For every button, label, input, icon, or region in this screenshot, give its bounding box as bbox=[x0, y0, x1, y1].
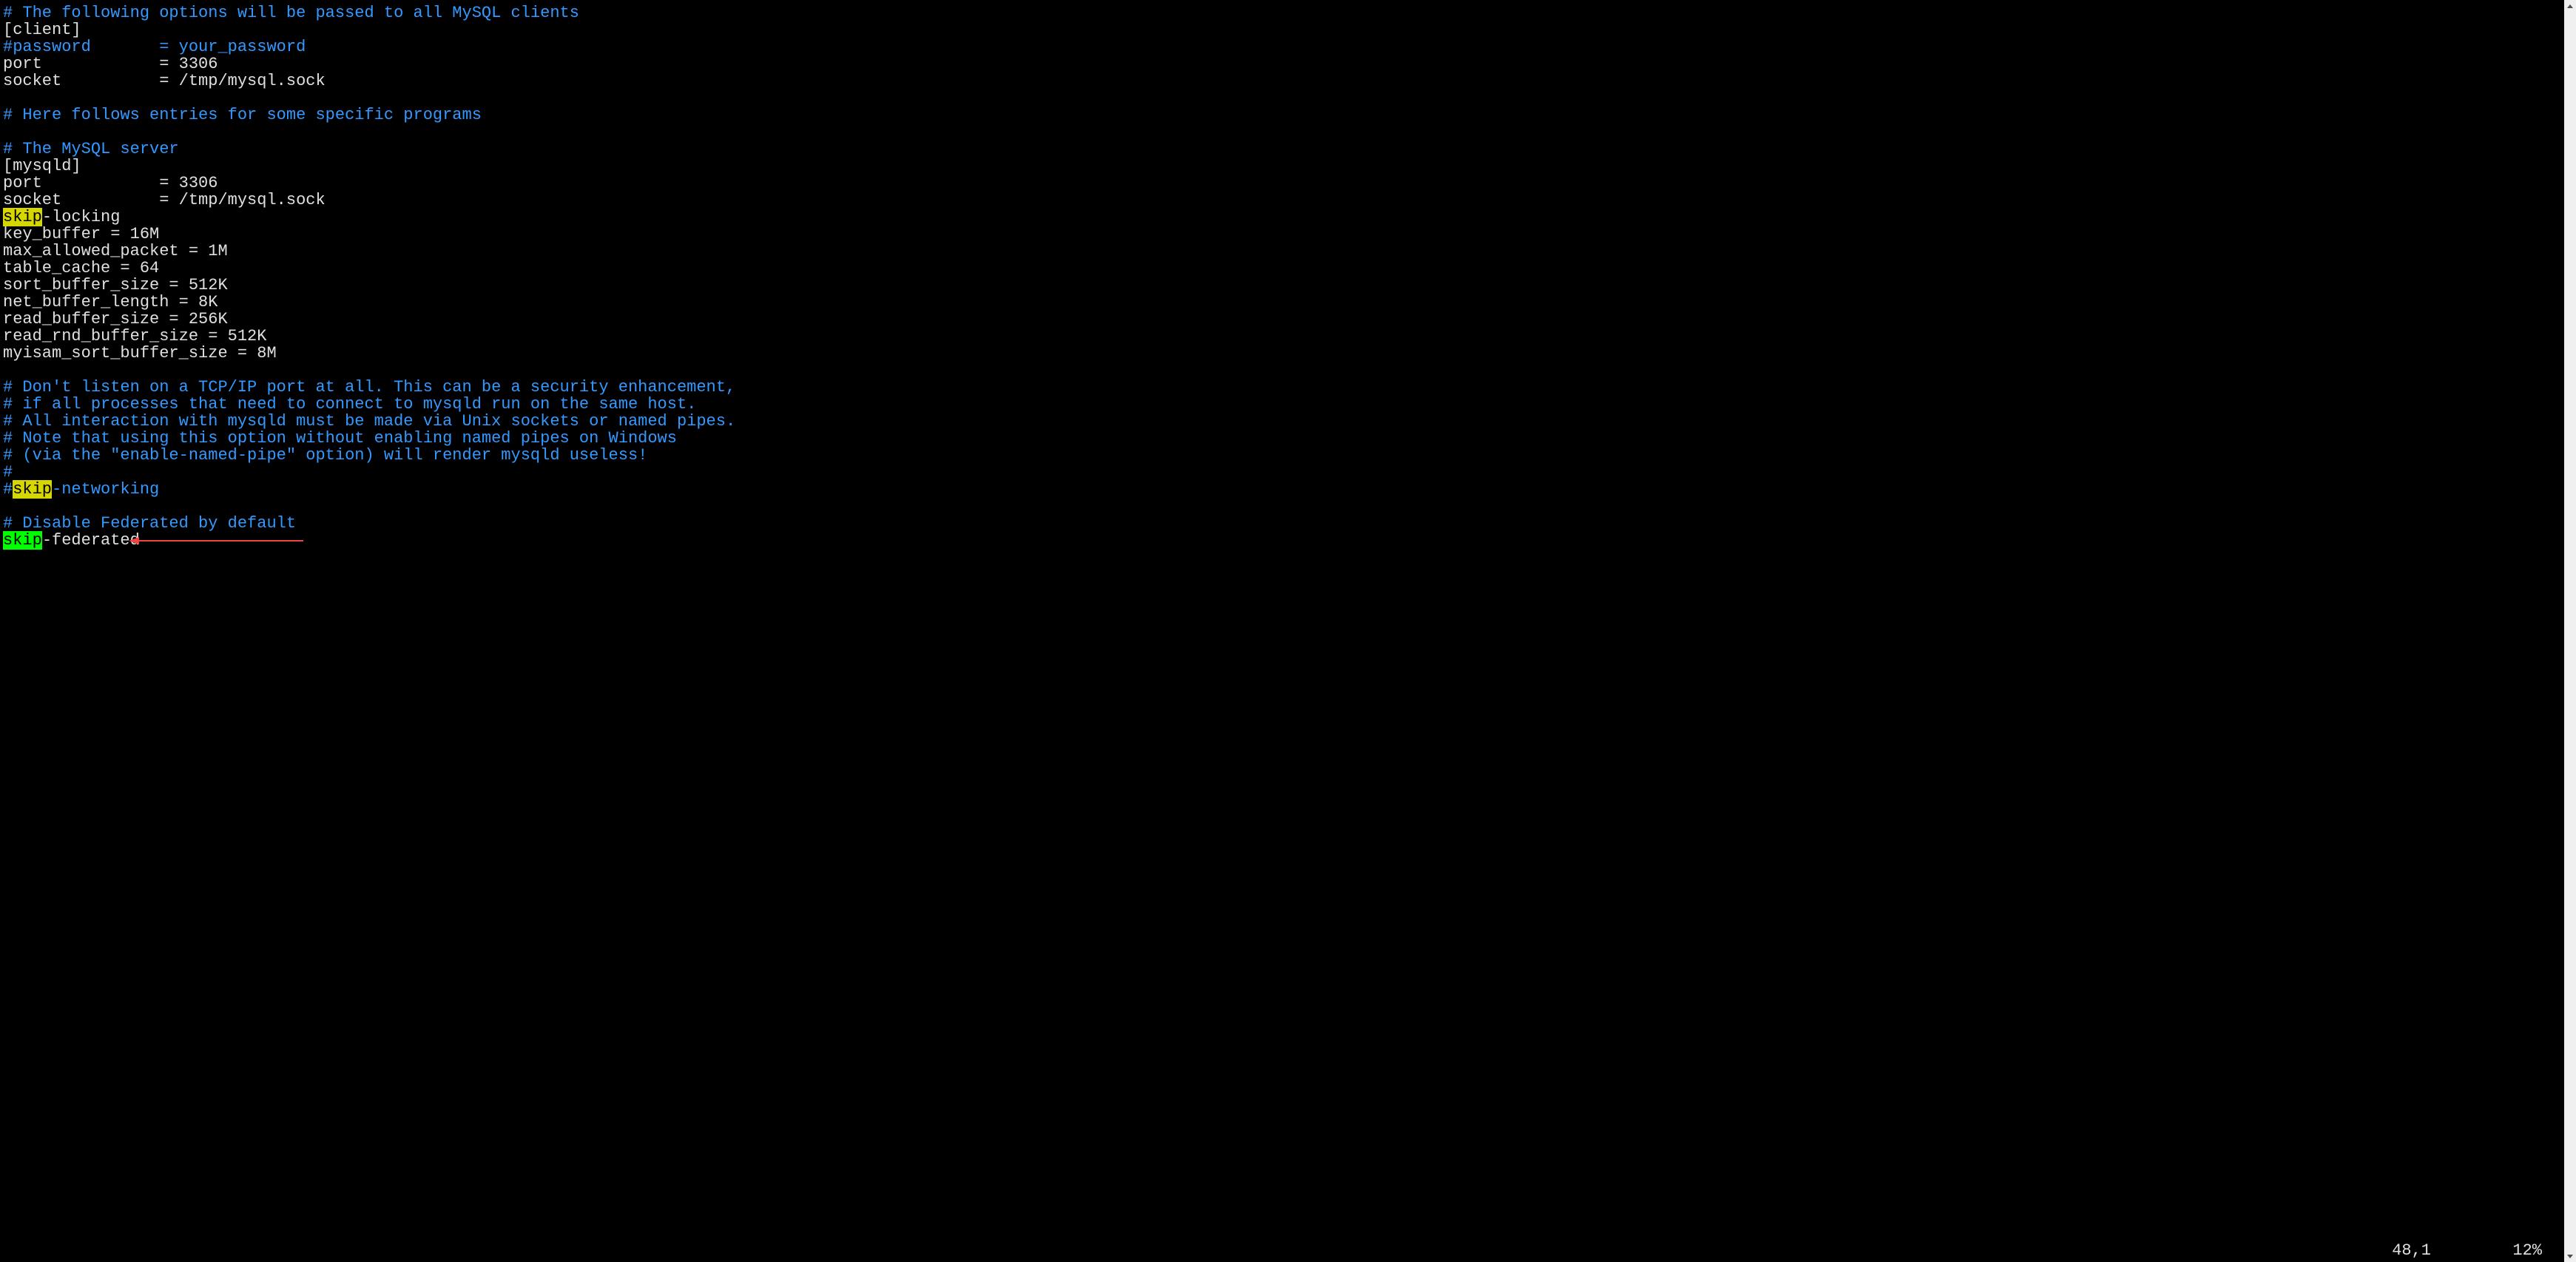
scrollbar-up-arrow-icon[interactable] bbox=[2564, 0, 2576, 12]
text-segment: max_allowed_packet = 1M bbox=[3, 242, 228, 260]
terminal-line: key_buffer = 16M bbox=[3, 226, 2564, 243]
terminal-line: socket = /tmp/mysql.sock bbox=[3, 72, 2564, 90]
terminal-line: [client] bbox=[3, 21, 2564, 38]
terminal-line: socket = /tmp/mysql.sock bbox=[3, 192, 2564, 209]
terminal-line: myisam_sort_buffer_size = 8M bbox=[3, 345, 2564, 362]
text-segment: # Don't listen on a TCP/IP port at all. … bbox=[3, 378, 735, 397]
text-segment: [client] bbox=[3, 21, 81, 39]
text-segment: -federated bbox=[42, 531, 140, 550]
terminal-line: skip-federated bbox=[3, 532, 2564, 549]
text-segment: socket = /tmp/mysql.sock bbox=[3, 191, 326, 209]
text-segment: read_buffer_size = 256K bbox=[3, 310, 228, 328]
text-segment: skip bbox=[3, 208, 42, 226]
text-segment: -networking bbox=[52, 480, 159, 499]
terminal-line: # The MySQL server bbox=[3, 141, 2564, 158]
text-segment: table_cache = 64 bbox=[3, 259, 159, 277]
text-segment: myisam_sort_buffer_size = 8M bbox=[3, 344, 277, 362]
scroll-percent: 12% bbox=[2512, 1242, 2542, 1259]
text-segment: # bbox=[3, 480, 13, 499]
terminal-viewport[interactable]: # The following options will be passed t… bbox=[3, 4, 2564, 1262]
vertical-scrollbar[interactable] bbox=[2564, 0, 2576, 1262]
text-segment: sort_buffer_size = 512K bbox=[3, 276, 228, 294]
terminal-line: #skip-networking bbox=[3, 481, 2564, 498]
terminal-line: # (via the "enable-named-pipe" option) w… bbox=[3, 447, 2564, 464]
scrollbar-down-arrow-icon[interactable] bbox=[2564, 1250, 2576, 1262]
terminal-line: table_cache = 64 bbox=[3, 260, 2564, 277]
text-segment: skip bbox=[3, 531, 42, 550]
terminal-line: # bbox=[3, 464, 2564, 481]
text-segment: # if all processes that need to connect … bbox=[3, 395, 696, 414]
text-segment: # All interaction with mysqld must be ma… bbox=[3, 412, 735, 431]
text-segment: [mysqld] bbox=[3, 157, 81, 175]
text-segment: skip bbox=[13, 480, 52, 499]
text-segment: -locking bbox=[42, 208, 121, 226]
text-segment: # Disable Federated by default bbox=[3, 514, 296, 533]
terminal-line: sort_buffer_size = 512K bbox=[3, 277, 2564, 294]
text-segment: # (via the "enable-named-pipe" option) w… bbox=[3, 446, 647, 465]
text-segment: port = 3306 bbox=[3, 174, 218, 192]
terminal-line: # Don't listen on a TCP/IP port at all. … bbox=[3, 379, 2564, 396]
terminal-line: port = 3306 bbox=[3, 55, 2564, 72]
terminal-line: read_rnd_buffer_size = 512K bbox=[3, 328, 2564, 345]
terminal-line: max_allowed_packet = 1M bbox=[3, 243, 2564, 260]
text-segment: # Note that using this option without en… bbox=[3, 429, 677, 448]
terminal-line: read_buffer_size = 256K bbox=[3, 311, 2564, 328]
terminal-line bbox=[3, 124, 2564, 141]
terminal-line: # The following options will be passed t… bbox=[3, 4, 2564, 21]
terminal-line: # All interaction with mysqld must be ma… bbox=[3, 413, 2564, 430]
terminal-line: # if all processes that need to connect … bbox=[3, 396, 2564, 413]
text-segment: # The following options will be passed t… bbox=[3, 4, 579, 22]
text-segment: # bbox=[3, 463, 13, 482]
terminal-line: # Here follows entries for some specific… bbox=[3, 107, 2564, 124]
text-segment: read_rnd_buffer_size = 512K bbox=[3, 327, 266, 345]
text-segment: #password = your_password bbox=[3, 38, 306, 56]
terminal-line: # Note that using this option without en… bbox=[3, 430, 2564, 447]
terminal-line bbox=[3, 362, 2564, 379]
terminal-line: #password = your_password bbox=[3, 38, 2564, 55]
terminal-line: port = 3306 bbox=[3, 175, 2564, 192]
text-segment: port = 3306 bbox=[3, 55, 218, 73]
text-segment: # Here follows entries for some specific… bbox=[3, 106, 482, 124]
terminal-line bbox=[3, 90, 2564, 107]
text-segment: net_buffer_length = 8K bbox=[3, 293, 218, 311]
cursor-position: 48,1 bbox=[2392, 1242, 2431, 1259]
terminal-line bbox=[3, 498, 2564, 515]
terminal-line: [mysqld] bbox=[3, 158, 2564, 175]
text-segment: socket = /tmp/mysql.sock bbox=[3, 72, 326, 90]
terminal-line: skip-locking bbox=[3, 209, 2564, 226]
text-segment: key_buffer = 16M bbox=[3, 225, 159, 243]
terminal-line: # Disable Federated by default bbox=[3, 515, 2564, 532]
vim-status-bar: 48,1 12% bbox=[0, 1242, 2564, 1259]
terminal-line: net_buffer_length = 8K bbox=[3, 294, 2564, 311]
text-segment: # The MySQL server bbox=[3, 140, 179, 158]
